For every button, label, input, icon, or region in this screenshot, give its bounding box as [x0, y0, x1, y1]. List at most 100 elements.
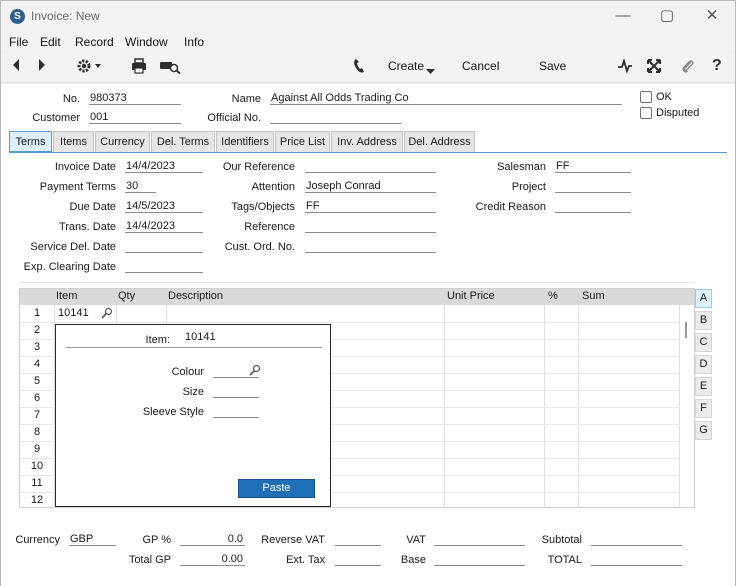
row-number[interactable]: 11	[20, 477, 54, 489]
phone-icon[interactable]	[353, 58, 367, 78]
grid-scrollbar[interactable]	[685, 322, 687, 338]
popup-divider	[66, 347, 322, 348]
vat-field	[434, 533, 525, 546]
row-number[interactable]: 10	[20, 460, 54, 472]
total-field	[591, 553, 682, 566]
save-button[interactable]: Save	[539, 59, 566, 73]
search-icon[interactable]	[249, 364, 261, 379]
row-number[interactable]: 5	[20, 375, 54, 387]
side-tab-g[interactable]: G	[695, 421, 712, 440]
tab-del-terms[interactable]: Del. Terms	[151, 131, 215, 153]
project-label: Project	[511, 181, 546, 193]
row-number[interactable]: 8	[20, 426, 54, 438]
next-record-icon[interactable]	[37, 58, 47, 76]
tab-inv-address[interactable]: Inv. Address	[331, 131, 403, 153]
row-number[interactable]: 7	[20, 409, 54, 421]
menu-window[interactable]: Window	[125, 35, 168, 49]
size-field[interactable]	[213, 385, 259, 398]
tab-del-address[interactable]: Del. Address	[404, 131, 475, 153]
side-tab-f[interactable]: F	[695, 399, 712, 418]
column-percent: %	[548, 290, 558, 302]
subtotal-field	[591, 533, 682, 546]
our-reference-field[interactable]	[305, 160, 436, 173]
name-field[interactable]: Against All Odds Trading Co	[270, 92, 622, 105]
row-number[interactable]: 2	[20, 324, 54, 336]
trans-date-label: Trans. Date	[58, 221, 116, 233]
paste-button[interactable]: Paste	[238, 479, 315, 498]
row-number[interactable]: 4	[20, 358, 54, 370]
side-tab-c[interactable]: C	[695, 333, 712, 352]
side-tab-a[interactable]: A	[695, 289, 712, 308]
side-tab-d[interactable]: D	[695, 355, 712, 374]
create-button[interactable]: Create	[388, 59, 424, 73]
salesman-field[interactable]: FF	[555, 160, 631, 173]
tags-objects-field[interactable]: FF	[305, 200, 436, 213]
tab-currency[interactable]: Currency	[95, 131, 150, 153]
item-variant-popup: Item: 10141 Colour Size Sleeve Style Pas…	[55, 324, 331, 507]
no-field[interactable]: 980373	[89, 92, 181, 105]
tab-identifiers[interactable]: Identifiers	[216, 131, 274, 153]
exp-clearing-date-label: Exp. Clearing Date	[23, 261, 116, 273]
cancel-button[interactable]: Cancel	[462, 59, 499, 73]
invoice-date-field[interactable]: 14/4/2023	[125, 160, 203, 173]
colour-label: Colour	[171, 366, 204, 378]
expand-icon[interactable]	[646, 58, 662, 78]
print-icon[interactable]	[131, 58, 147, 78]
ok-checkbox[interactable]	[640, 91, 652, 103]
print-preview-icon[interactable]	[159, 58, 181, 78]
base-label: Base	[400, 554, 426, 566]
menu-info[interactable]: Info	[184, 35, 204, 49]
currency-field[interactable]: GBP	[69, 533, 116, 546]
ext-tax-field	[335, 553, 381, 566]
payment-terms-field[interactable]: 30	[125, 180, 156, 193]
help-icon[interactable]: ?	[712, 57, 722, 75]
sleeve-style-field[interactable]	[213, 405, 259, 418]
row-number[interactable]: 1	[20, 307, 54, 319]
side-tab-b[interactable]: B	[695, 311, 712, 330]
tab-terms[interactable]: Terms	[9, 131, 52, 152]
row-number[interactable]: 3	[20, 341, 54, 353]
due-date-field[interactable]: 14/5/2023	[125, 200, 203, 213]
attachment-icon[interactable]	[681, 58, 695, 78]
tab-items[interactable]: Items	[53, 131, 94, 153]
customer-field[interactable]: 001	[89, 111, 181, 124]
previous-record-icon[interactable]	[11, 58, 21, 76]
trans-date-field[interactable]: 14/4/2023	[125, 220, 203, 233]
row-number[interactable]: 9	[20, 443, 54, 455]
service-del-date-field[interactable]	[125, 240, 203, 253]
project-field[interactable]	[555, 180, 631, 193]
disputed-checkbox[interactable]	[640, 107, 652, 119]
tab-underline	[9, 152, 727, 153]
exp-clearing-date-field[interactable]	[125, 260, 203, 273]
menu-file[interactable]: File	[9, 35, 28, 49]
minimize-icon[interactable]: —	[608, 6, 638, 26]
chevron-down-icon[interactable]	[426, 62, 435, 79]
reverse-vat-label: Reverse VAT	[261, 534, 325, 546]
activity-icon[interactable]	[617, 58, 633, 78]
gear-icon[interactable]	[76, 58, 102, 78]
reference-field[interactable]	[305, 220, 436, 233]
search-icon[interactable]	[101, 307, 113, 322]
attention-field[interactable]: Joseph Conrad	[305, 180, 436, 193]
row-number[interactable]: 6	[20, 392, 54, 404]
row1-item-cell[interactable]: 10141	[58, 307, 89, 319]
column-description: Description	[168, 290, 224, 302]
maximize-icon[interactable]: ▢	[652, 6, 682, 26]
credit-reason-field[interactable]	[555, 200, 631, 213]
gp-percent-field: 0.0	[180, 533, 245, 546]
menu-record[interactable]: Record	[75, 35, 114, 49]
due-date-label: Due Date	[69, 201, 116, 213]
ext-tax-label: Ext. Tax	[286, 554, 325, 566]
payment-terms-label: Payment Terms	[39, 181, 116, 193]
our-reference-label: Our Reference	[222, 161, 295, 173]
tab-price-list[interactable]: Price List	[275, 131, 330, 153]
official-no-field[interactable]	[270, 111, 401, 124]
section-divider	[19, 282, 695, 283]
window-title: Invoice: New	[31, 9, 100, 23]
salesman-label: Salesman	[497, 161, 546, 173]
side-tab-e[interactable]: E	[695, 377, 712, 396]
row-number[interactable]: 12	[20, 494, 54, 506]
menu-edit[interactable]: Edit	[40, 35, 61, 49]
cust-ord-no-field[interactable]	[305, 240, 436, 253]
close-icon[interactable]: ✕	[697, 6, 727, 26]
